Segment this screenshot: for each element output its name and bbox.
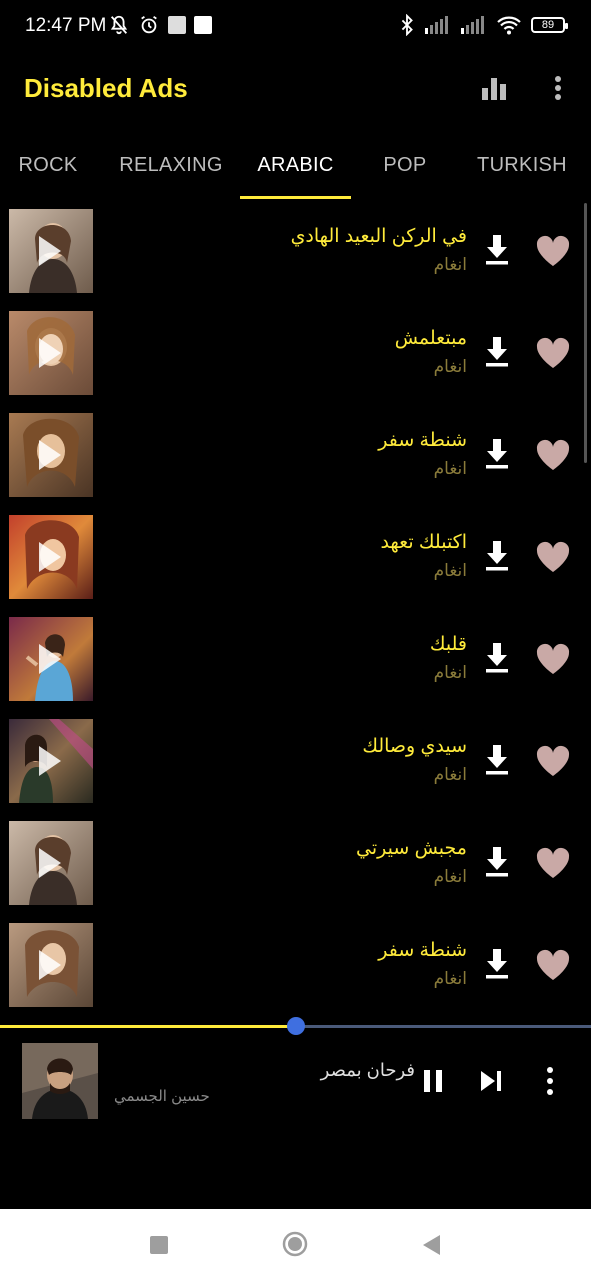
bluetooth-icon bbox=[401, 14, 413, 36]
play-icon bbox=[39, 950, 61, 980]
download-icon[interactable] bbox=[482, 233, 512, 267]
back-icon[interactable] bbox=[420, 1233, 442, 1257]
signal-icon bbox=[425, 16, 448, 34]
list-item[interactable]: سيدي وصالك انغام bbox=[0, 719, 591, 811]
song-thumbnail[interactable] bbox=[9, 209, 93, 293]
song-title: شنطة سفر bbox=[378, 940, 467, 961]
tab-turkish[interactable]: TURKISH bbox=[468, 130, 576, 200]
category-tabs: ROCK RELAXING ARABIC POP TURKISH bbox=[0, 130, 591, 200]
now-playing-thumbnail[interactable] bbox=[22, 1043, 98, 1119]
play-icon bbox=[39, 236, 61, 266]
list-item[interactable]: اكتبلك تعهد انغام bbox=[0, 515, 591, 607]
song-artist: انغام bbox=[433, 357, 467, 376]
play-icon bbox=[39, 338, 61, 368]
seek-handle[interactable] bbox=[286, 1017, 305, 1035]
tab-pop[interactable]: POP bbox=[360, 130, 450, 200]
download-icon[interactable] bbox=[482, 539, 512, 573]
status-right-icons: 89 bbox=[399, 14, 568, 36]
song-thumbnail[interactable] bbox=[9, 617, 93, 701]
bell-off-icon bbox=[110, 15, 128, 35]
download-icon[interactable] bbox=[482, 845, 512, 879]
home-icon[interactable] bbox=[282, 1231, 308, 1257]
status-time: 12:47 PM bbox=[25, 15, 107, 36]
more-vert-icon[interactable] bbox=[544, 74, 572, 102]
heart-icon[interactable] bbox=[535, 845, 571, 881]
song-thumbnail[interactable] bbox=[9, 719, 93, 803]
app-title: Disabled Ads bbox=[24, 73, 188, 103]
download-icon[interactable] bbox=[482, 335, 512, 369]
song-thumbnail[interactable] bbox=[9, 311, 93, 395]
skip-next-icon[interactable] bbox=[478, 1068, 504, 1094]
tab-rock[interactable]: ROCK bbox=[0, 130, 96, 200]
bar-chart-icon[interactable] bbox=[480, 74, 508, 102]
song-artist: انغام bbox=[433, 561, 467, 580]
list-item[interactable]: في الركن البعيد الهادي انغام bbox=[0, 209, 591, 301]
list-item[interactable]: شنطة سفر انغام bbox=[0, 923, 591, 1015]
song-artist: انغام bbox=[433, 255, 467, 274]
song-thumbnail[interactable] bbox=[9, 515, 93, 599]
mini-player[interactable]: فرحان بمصر حسين الجسمي bbox=[0, 1040, 591, 1124]
heart-icon[interactable] bbox=[535, 641, 571, 677]
play-icon bbox=[39, 542, 61, 572]
song-title: اكتبلك تعهد bbox=[380, 532, 467, 553]
song-artist: انغام bbox=[433, 663, 467, 682]
download-icon[interactable] bbox=[482, 641, 512, 675]
system-nav-bar bbox=[0, 1209, 591, 1280]
heart-icon[interactable] bbox=[535, 437, 571, 473]
wifi-icon bbox=[497, 16, 521, 35]
status-left-icons bbox=[108, 14, 212, 36]
heart-icon[interactable] bbox=[535, 335, 571, 371]
play-icon bbox=[39, 746, 61, 776]
battery-icon: 89 bbox=[531, 17, 568, 33]
tab-indicator bbox=[240, 196, 351, 199]
heart-icon[interactable] bbox=[535, 233, 571, 269]
song-title: شنطة سفر bbox=[378, 430, 467, 451]
list-item[interactable]: مجبش سيرتي انغام bbox=[0, 821, 591, 913]
song-artist: انغام bbox=[433, 459, 467, 478]
app-bar: Disabled Ads bbox=[0, 56, 591, 120]
song-title: سيدي وصالك bbox=[362, 736, 467, 757]
tab-relaxing[interactable]: RELAXING bbox=[110, 130, 232, 200]
more-vert-icon[interactable] bbox=[538, 1065, 562, 1097]
recent-apps-icon[interactable] bbox=[150, 1236, 168, 1254]
now-playing-artist: حسين الجسمي bbox=[114, 1088, 210, 1105]
pause-icon[interactable] bbox=[420, 1068, 446, 1094]
play-icon bbox=[39, 644, 61, 674]
song-title: قلبك bbox=[429, 634, 467, 655]
song-artist: انغام bbox=[433, 867, 467, 886]
square-icon bbox=[194, 16, 212, 34]
heart-icon[interactable] bbox=[535, 539, 571, 575]
song-title: في الركن البعيد الهادي bbox=[290, 226, 467, 247]
song-thumbnail[interactable] bbox=[9, 923, 93, 1007]
play-icon bbox=[39, 440, 61, 470]
song-artist: انغام bbox=[433, 765, 467, 784]
song-artist: انغام bbox=[433, 969, 467, 988]
signal-icon bbox=[461, 16, 484, 34]
download-icon[interactable] bbox=[482, 947, 512, 981]
list-item[interactable]: قلبك انغام bbox=[0, 617, 591, 709]
alarm-icon bbox=[141, 15, 157, 34]
now-playing-title: فرحان بمصر bbox=[320, 1060, 415, 1080]
download-icon[interactable] bbox=[482, 743, 512, 777]
list-item[interactable]: مبتعلمش انغام bbox=[0, 311, 591, 403]
play-icon bbox=[39, 848, 61, 878]
seek-bar[interactable] bbox=[0, 1017, 591, 1035]
heart-icon[interactable] bbox=[535, 947, 571, 983]
status-bar: 12:47 PM 89 bbox=[0, 0, 591, 56]
tab-arabic[interactable]: ARABIC bbox=[240, 130, 351, 200]
song-title: مجبش سيرتي bbox=[356, 838, 467, 859]
list-item[interactable]: شنطة سفر انغام bbox=[0, 413, 591, 505]
download-icon[interactable] bbox=[482, 437, 512, 471]
song-title: مبتعلمش bbox=[394, 328, 467, 349]
song-thumbnail[interactable] bbox=[9, 821, 93, 905]
seek-progress bbox=[0, 1025, 296, 1028]
square-icon bbox=[168, 16, 186, 34]
song-thumbnail[interactable] bbox=[9, 413, 93, 497]
heart-icon[interactable] bbox=[535, 743, 571, 779]
